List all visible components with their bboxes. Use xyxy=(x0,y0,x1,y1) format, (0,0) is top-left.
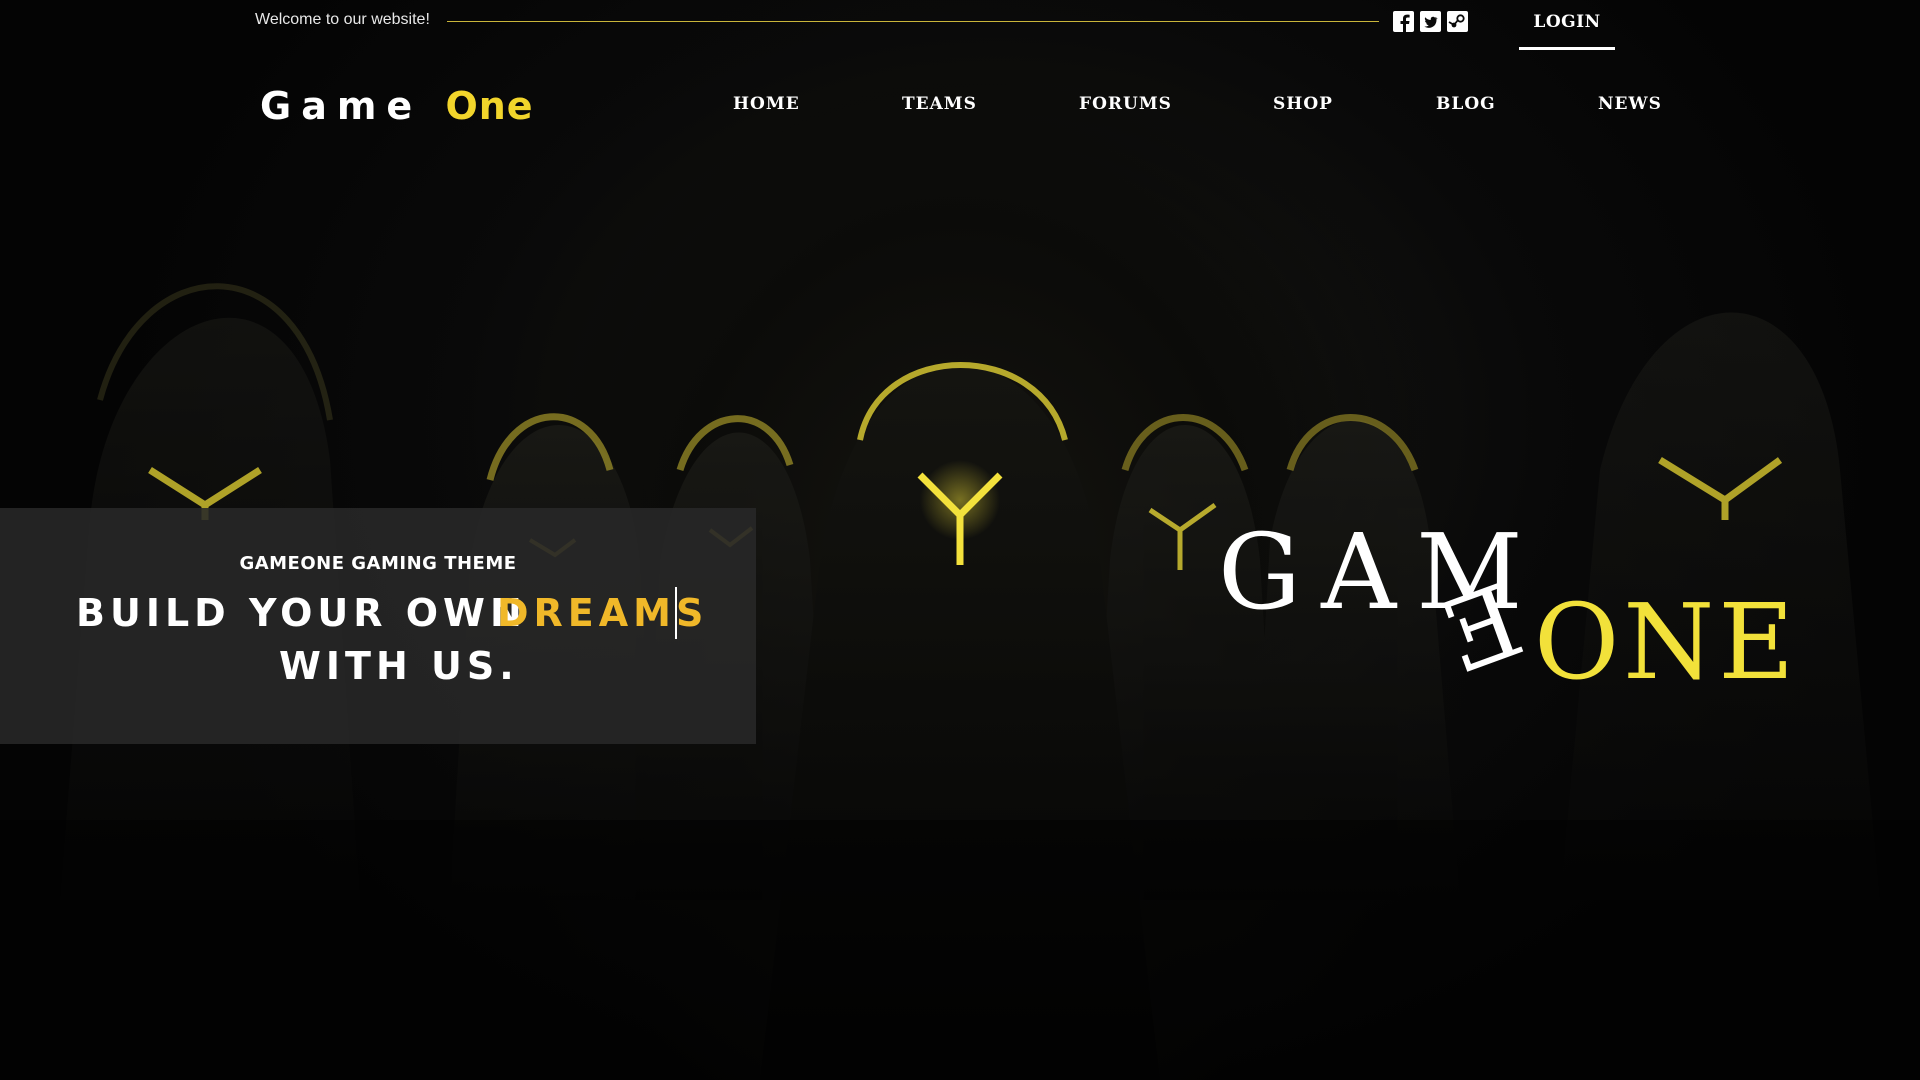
social-links xyxy=(1393,11,1468,32)
nav-item-shop[interactable]: SHOP xyxy=(1273,94,1333,114)
banner-subtitle: GAMEONE GAMING THEME xyxy=(239,553,517,574)
twitter-icon[interactable] xyxy=(1420,11,1441,32)
steam-icon[interactable] xyxy=(1447,11,1468,32)
top-bar: Welcome to our website! LOGIN xyxy=(255,0,1615,50)
hero-logo: GAM E ONE xyxy=(1218,520,1794,720)
nav-item-news[interactable]: NEWS xyxy=(1598,94,1662,114)
nav-item-forums[interactable]: FORUMS xyxy=(1079,94,1172,114)
nav-item-teams[interactable]: TEAMS xyxy=(902,94,977,114)
welcome-text: Welcome to our website! xyxy=(255,11,430,28)
facebook-icon[interactable] xyxy=(1393,11,1414,32)
top-divider-line xyxy=(447,21,1379,22)
nav-item-home[interactable]: HOME xyxy=(733,94,800,114)
main-nav: HOME TEAMS FORUMS SHOP BLOG NEWS xyxy=(0,94,1920,118)
typing-cursor xyxy=(675,587,677,639)
page: Welcome to our website! LOGIN Game One H… xyxy=(0,0,1920,1080)
hero-logo-one: ONE xyxy=(1534,581,1799,703)
login-button[interactable]: LOGIN xyxy=(1519,0,1615,50)
nav-item-blog[interactable]: BLOG xyxy=(1436,94,1496,114)
hero-banner: GAMEONE GAMING THEME BUILD YOUR OWN DREA… xyxy=(0,508,756,744)
banner-headline-line1: BUILD YOUR OWN xyxy=(76,591,527,635)
banner-headline-line2: WITH US. xyxy=(279,644,519,688)
